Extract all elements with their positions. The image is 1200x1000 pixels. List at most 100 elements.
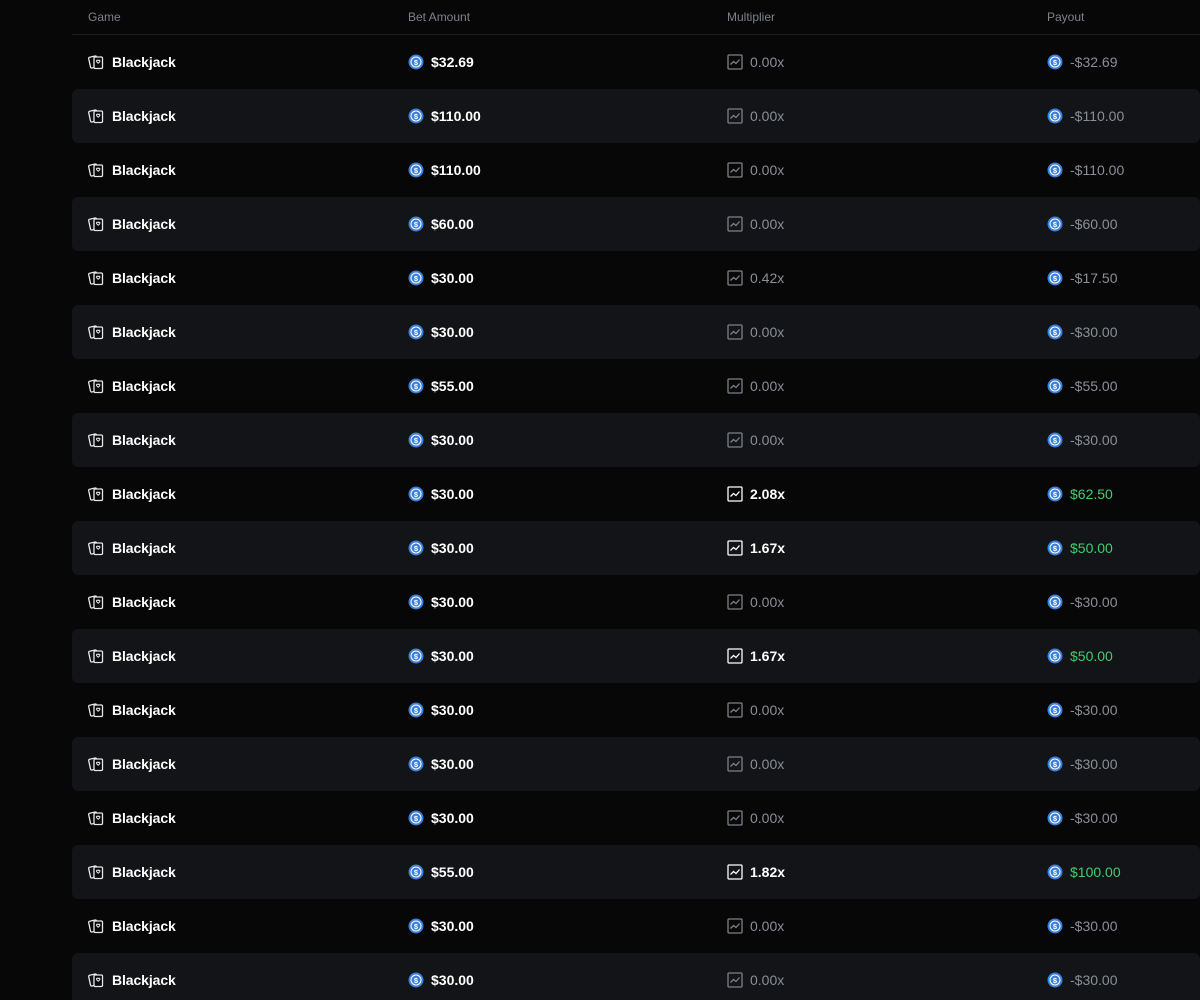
multiplier-cell: 0.00x (727, 737, 784, 791)
table-row[interactable]: Blackjack $ $30.00 0.00x $ -$30.00 (72, 683, 1200, 737)
multiplier-cell: 1.67x (727, 521, 785, 575)
game-name[interactable]: Blackjack (112, 756, 176, 772)
usd-coin-icon: $ (408, 270, 424, 286)
usd-coin-icon: $ (1047, 540, 1063, 556)
payout-value: $62.50 (1070, 486, 1113, 502)
usd-coin-icon: $ (408, 216, 424, 232)
table-row[interactable]: Blackjack $ $30.00 1.67x $ $50.00 (72, 521, 1200, 575)
game-name[interactable]: Blackjack (112, 486, 176, 502)
trend-chart-icon (727, 162, 743, 178)
bet-cell: $ $32.69 (408, 35, 474, 89)
table-row[interactable]: Blackjack $ $30.00 2.08x $ $62.50 (72, 467, 1200, 521)
usd-coin-icon: $ (1047, 270, 1063, 286)
usd-coin-icon: $ (1047, 594, 1063, 610)
payout-cell: $ $62.50 (1047, 467, 1113, 521)
game-name[interactable]: Blackjack (112, 216, 176, 232)
cards-icon (88, 756, 104, 772)
table-row[interactable]: Blackjack $ $30.00 0.00x $ -$30.00 (72, 899, 1200, 953)
payout-cell: $ $50.00 (1047, 629, 1113, 683)
header-game[interactable]: Game (88, 0, 121, 37)
game-name[interactable]: Blackjack (112, 54, 176, 70)
bet-cell: $ $110.00 (408, 143, 481, 197)
bet-amount: $30.00 (431, 756, 474, 772)
table-row[interactable]: Blackjack $ $30.00 0.00x $ -$30.00 (72, 575, 1200, 629)
table-row[interactable]: Blackjack $ $30.00 0.00x $ -$30.00 (72, 953, 1200, 1000)
table-row[interactable]: Blackjack $ $110.00 0.00x $ -$110.00 (72, 89, 1200, 143)
game-cell: Blackjack (88, 305, 176, 359)
multiplier-value: 0.00x (750, 972, 785, 988)
game-cell: Blackjack (88, 737, 176, 791)
multiplier-value: 0.00x (750, 54, 785, 70)
table-row[interactable]: Blackjack $ $55.00 0.00x $ -$55.00 (72, 359, 1200, 413)
payout-cell: $ -$30.00 (1047, 575, 1117, 629)
multiplier-cell: 0.00x (727, 953, 784, 1000)
game-name[interactable]: Blackjack (112, 108, 176, 124)
table-body: Blackjack $ $32.69 0.00x $ -$32.69 Blackjack $ $… (72, 35, 1200, 1000)
payout-value: -$30.00 (1070, 810, 1118, 826)
payout-cell: $ -$30.00 (1047, 953, 1117, 1000)
table-row[interactable]: Blackjack $ $30.00 1.67x $ $50.00 (72, 629, 1200, 683)
multiplier-value: 0.00x (750, 378, 785, 394)
table-row[interactable]: Blackjack $ $110.00 0.00x $ -$110.00 (72, 143, 1200, 197)
usd-coin-icon: $ (1047, 432, 1063, 448)
multiplier-value: 1.82x (750, 864, 786, 880)
payout-cell: $ -$110.00 (1047, 89, 1124, 143)
usd-coin-icon: $ (1047, 54, 1063, 70)
bet-cell: $ $30.00 (408, 305, 474, 359)
game-name[interactable]: Blackjack (112, 918, 176, 934)
usd-coin-icon: $ (408, 702, 424, 718)
game-name[interactable]: Blackjack (112, 540, 176, 556)
game-name[interactable]: Blackjack (112, 162, 176, 178)
bet-amount: $60.00 (431, 216, 474, 232)
game-name[interactable]: Blackjack (112, 810, 176, 826)
multiplier-cell: 0.00x (727, 359, 784, 413)
table-row[interactable]: Blackjack $ $55.00 1.82x $ $100.00 (72, 845, 1200, 899)
game-name[interactable]: Blackjack (112, 324, 176, 340)
trend-chart-icon (727, 108, 743, 124)
game-cell: Blackjack (88, 143, 176, 197)
table-row[interactable]: Blackjack $ $30.00 0.42x $ -$17.50 (72, 251, 1200, 305)
multiplier-cell: 0.00x (727, 35, 784, 89)
game-cell: Blackjack (88, 845, 176, 899)
header-bet-amount[interactable]: Bet Amount (408, 0, 470, 37)
payout-cell: $ -$30.00 (1047, 305, 1117, 359)
trend-chart-icon (727, 972, 743, 988)
cards-icon (88, 54, 104, 70)
bets-page: Game Bet Amount Multiplier Payout Blackj… (0, 0, 1200, 1000)
multiplier-value: 0.00x (750, 324, 785, 340)
usd-coin-icon: $ (1047, 972, 1063, 988)
table-row[interactable]: Blackjack $ $32.69 0.00x $ -$32.69 (72, 35, 1200, 89)
game-name[interactable]: Blackjack (112, 378, 176, 394)
table-row[interactable]: Blackjack $ $60.00 0.00x $ -$60.00 (72, 197, 1200, 251)
payout-cell: $ -$60.00 (1047, 197, 1117, 251)
header-payout[interactable]: Payout (1047, 0, 1084, 37)
game-name[interactable]: Blackjack (112, 702, 176, 718)
table-row[interactable]: Blackjack $ $30.00 0.00x $ -$30.00 (72, 305, 1200, 359)
bet-amount: $30.00 (431, 702, 474, 718)
header-multiplier[interactable]: Multiplier (727, 0, 775, 37)
table-row[interactable]: Blackjack $ $30.00 0.00x $ -$30.00 (72, 791, 1200, 845)
game-name[interactable]: Blackjack (112, 432, 176, 448)
game-name[interactable]: Blackjack (112, 648, 176, 664)
multiplier-cell: 0.00x (727, 791, 784, 845)
game-name[interactable]: Blackjack (112, 972, 176, 988)
usd-coin-icon: $ (408, 432, 424, 448)
usd-coin-icon: $ (1047, 918, 1063, 934)
payout-value: -$110.00 (1070, 108, 1125, 124)
payout-value: -$30.00 (1070, 324, 1118, 340)
bet-amount: $30.00 (431, 270, 474, 286)
table-row[interactable]: Blackjack $ $30.00 0.00x $ -$30.00 (72, 413, 1200, 467)
bet-cell: $ $55.00 (408, 359, 474, 413)
trend-chart-icon (727, 54, 743, 70)
bet-amount: $30.00 (431, 486, 474, 502)
bet-cell: $ $30.00 (408, 629, 474, 683)
table-row[interactable]: Blackjack $ $30.00 0.00x $ -$30.00 (72, 737, 1200, 791)
bet-amount: $30.00 (431, 648, 474, 664)
multiplier-value: 0.00x (750, 432, 785, 448)
game-name[interactable]: Blackjack (112, 594, 176, 610)
game-name[interactable]: Blackjack (112, 864, 176, 880)
game-name[interactable]: Blackjack (112, 270, 176, 286)
payout-value: -$30.00 (1070, 432, 1118, 448)
trend-chart-icon (727, 486, 743, 502)
usd-coin-icon: $ (408, 648, 424, 664)
